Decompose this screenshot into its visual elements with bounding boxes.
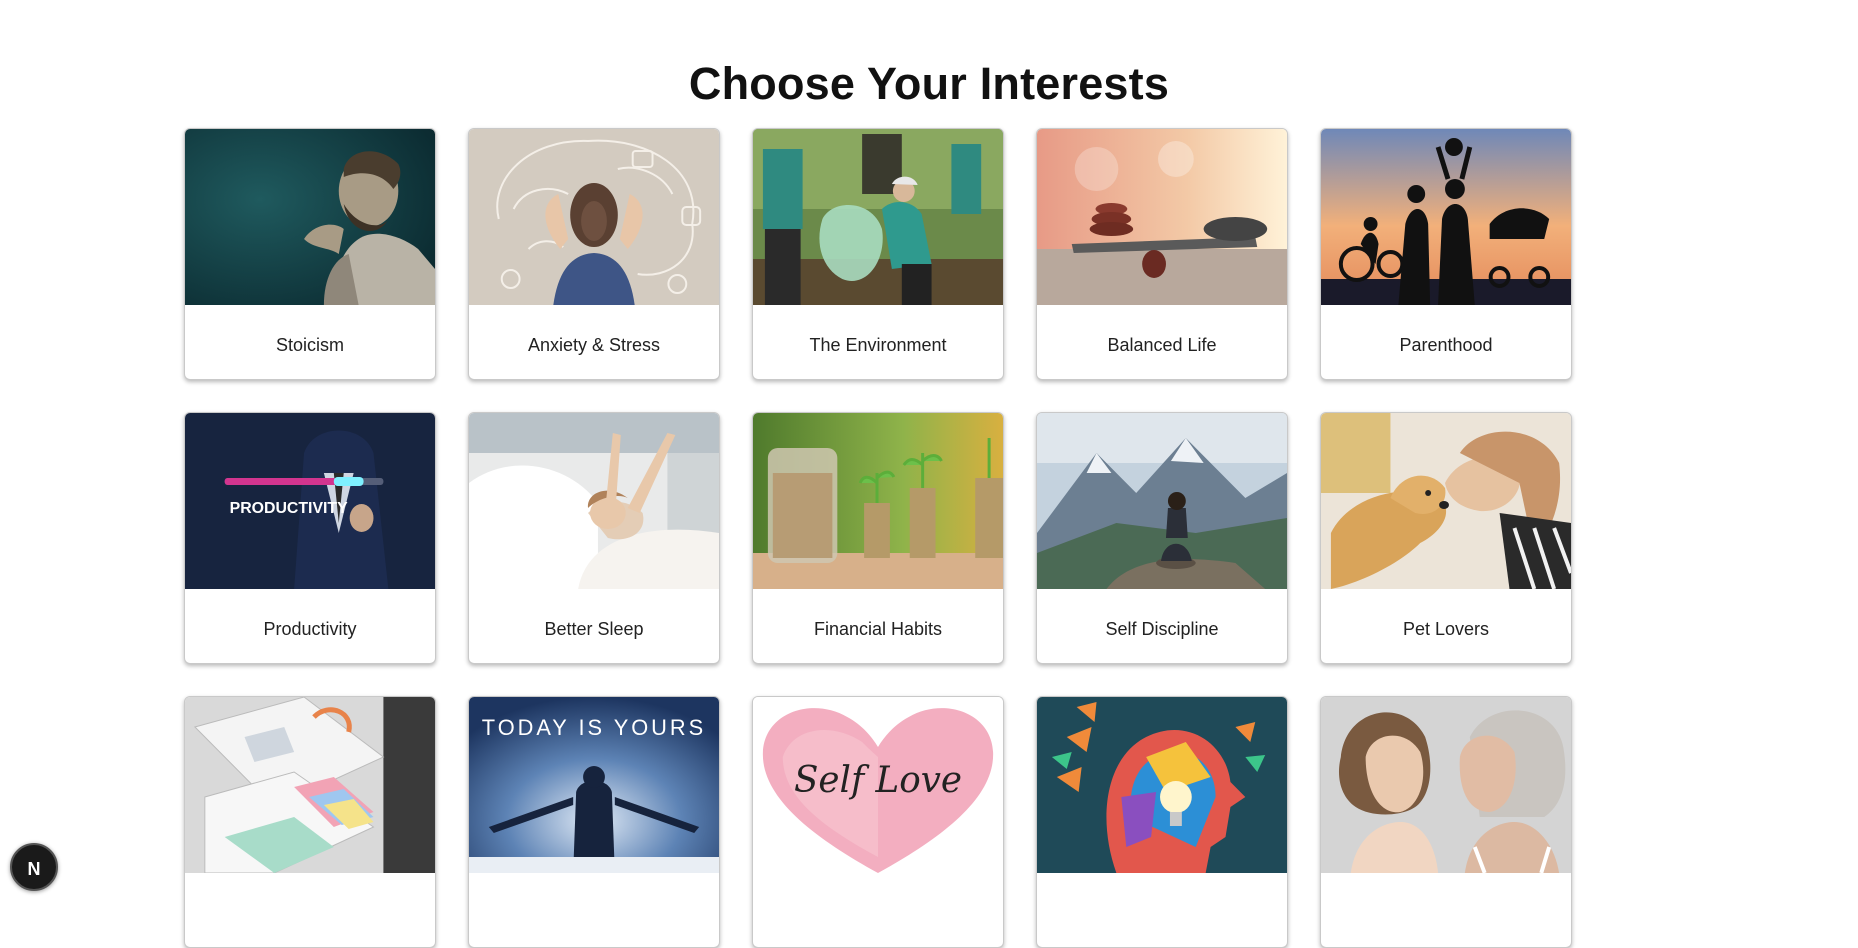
page-title: Choose Your Interests [688, 58, 1170, 109]
interests-grid: Stoicism Anxiety & Stress The Environmen… [184, 128, 1572, 948]
productivity-bar-image: PRODUCTIVITY [185, 413, 435, 589]
interest-card-aging[interactable] [1320, 696, 1572, 948]
organized-drawer-image [185, 697, 435, 873]
girl-dog-image [1321, 413, 1571, 589]
interest-label [1037, 873, 1287, 947]
interest-card-parenthood[interactable]: Parenthood [1320, 128, 1572, 380]
coin-stacks-image [753, 413, 1003, 589]
interest-label: Anxiety & Stress [527, 334, 661, 355]
interest-label: Financial Habits [813, 618, 943, 639]
interest-card-stoicism[interactable]: Stoicism [184, 128, 436, 380]
self-love-heart-image: Self Love [753, 697, 1003, 873]
interest-label: Balanced Life [1107, 334, 1217, 355]
interest-label [185, 873, 435, 947]
interest-label: Stoicism [275, 334, 344, 355]
today-is-yours-image-text: TODAY IS YOURS [482, 715, 706, 740]
interest-label [1321, 873, 1571, 947]
interest-label: Self Discipline [1105, 618, 1219, 639]
volunteers-cleanup-image [753, 129, 1003, 305]
self-love-image-text: Self Love [794, 760, 962, 801]
interest-card-self-discipline[interactable]: Self Discipline [1036, 412, 1288, 664]
interest-label: Parenthood [1399, 334, 1493, 355]
balanced-stones-image [1037, 129, 1287, 305]
interest-card-self-love[interactable]: Self Love [752, 696, 1004, 948]
woman-waking-bed-image [469, 413, 719, 589]
interest-label: Better Sleep [544, 618, 644, 639]
interest-label: Productivity [263, 618, 357, 639]
interest-card-financial-habits[interactable]: Financial Habits [752, 412, 1004, 664]
interest-card-pet-lovers[interactable]: Pet Lovers [1320, 412, 1572, 664]
interest-card-anxiety-stress[interactable]: Anxiety & Stress [468, 128, 720, 380]
interest-card-creativity[interactable] [1036, 696, 1288, 948]
today-is-yours-image: TODAY IS YOURS [469, 697, 719, 873]
interest-card-balanced-life[interactable]: Balanced Life [1036, 128, 1288, 380]
stressed-woman-brain-image [469, 129, 719, 305]
nextjs-dev-badge[interactable]: N [10, 843, 58, 891]
interest-card-better-sleep[interactable]: Better Sleep [468, 412, 720, 664]
interest-label [753, 873, 1003, 947]
interest-card-the-environment[interactable]: The Environment [752, 128, 1004, 380]
colorful-head-bulb-image [1037, 697, 1287, 873]
stoic-statue-image [185, 129, 435, 305]
interest-card-organization[interactable] [184, 696, 436, 948]
young-old-woman-image [1321, 697, 1571, 873]
nextjs-logo-icon: N [27, 859, 41, 879]
productivity-image-text: PRODUCTIVITY [230, 500, 348, 517]
family-silhouette-image [1321, 129, 1571, 305]
interest-card-productivity[interactable]: PRODUCTIVITY Productivity [184, 412, 436, 664]
interest-label: The Environment [809, 334, 947, 355]
interest-label [469, 873, 719, 947]
interest-label: Pet Lovers [1402, 618, 1490, 639]
interest-card-today-is-yours[interactable]: TODAY IS YOURS [468, 696, 720, 948]
meditating-mountain-image [1037, 413, 1287, 589]
